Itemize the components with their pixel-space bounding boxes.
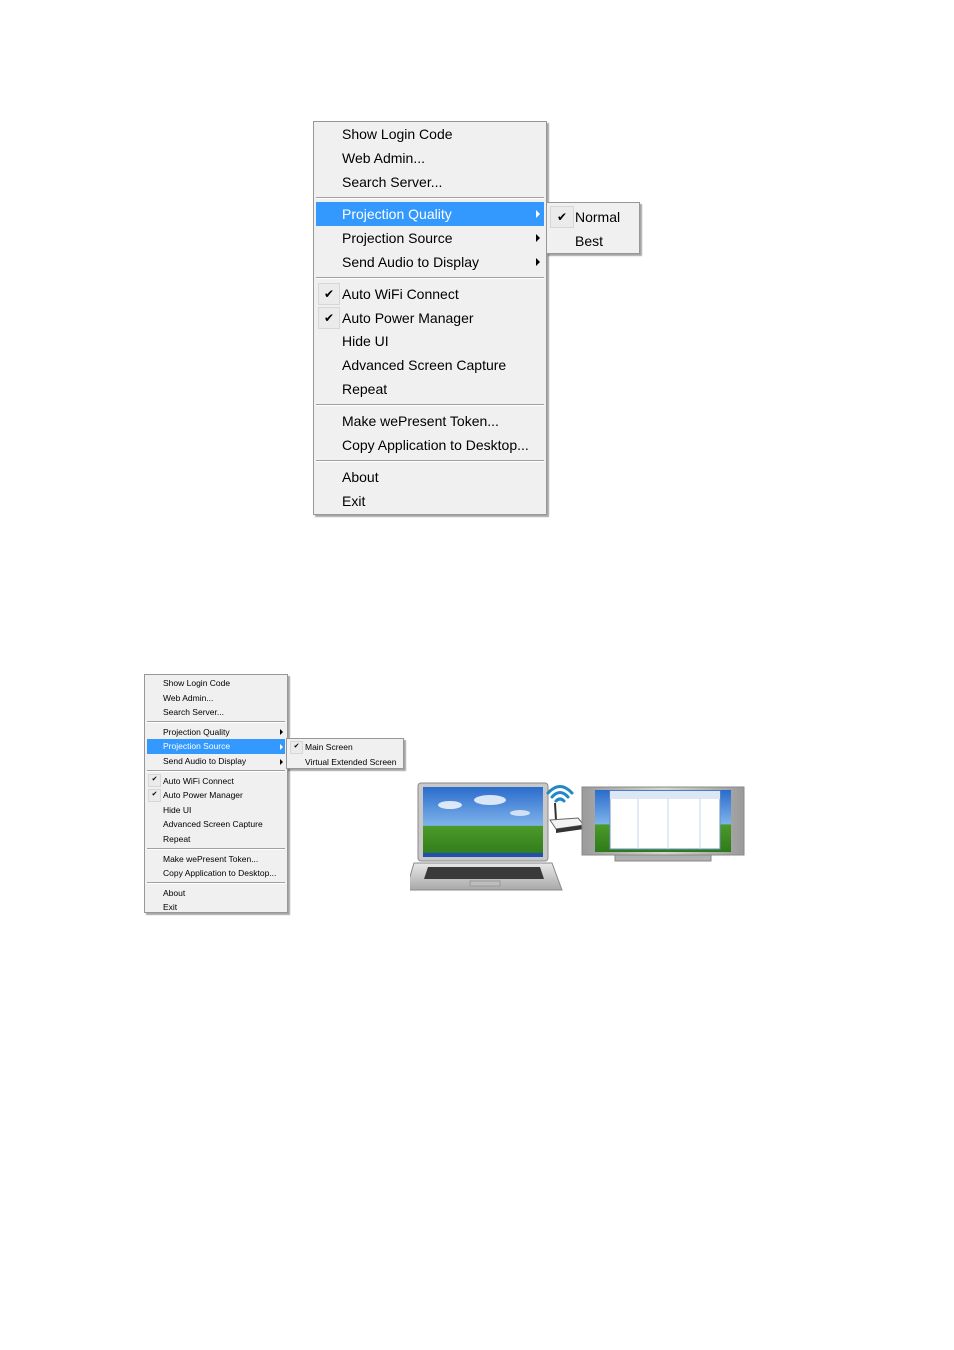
submenu-item-main-screen[interactable]: ✔ Main Screen — [289, 740, 401, 755]
menu-item-label: Repeat — [163, 834, 191, 844]
menu-item-show-login-code[interactable]: Show Login Code — [316, 122, 544, 146]
menu-separator — [316, 404, 544, 407]
menu-item-repeat[interactable]: Repeat — [316, 377, 544, 401]
submenu-item-virtual-extended-screen[interactable]: Virtual Extended Screen — [289, 755, 401, 770]
menu-item-label: Web Admin... — [163, 692, 214, 703]
checkmark-icon: ✔ — [318, 282, 340, 305]
wireless-receiver-icon — [549, 802, 585, 833]
menu-item-projection-quality[interactable]: Projection Quality — [316, 201, 544, 226]
menu-item-auto-wifi-connect[interactable]: ✔ Auto WiFi Connect — [316, 282, 544, 306]
menu-item-label: Auto WiFi Connect — [163, 775, 234, 786]
menu-item-repeat[interactable]: Repeat — [147, 832, 285, 847]
menu-item-label: Make wePresent Token... — [342, 413, 499, 430]
menu-item-auto-wifi-connect[interactable]: ✔ Auto WiFi Connect — [147, 774, 285, 789]
checkmark-icon: ✔ — [550, 206, 574, 228]
menu-item-label: About — [163, 887, 186, 898]
display-monitor-icon — [581, 786, 745, 862]
menu-item-projection-quality[interactable]: Projection Quality — [147, 725, 285, 740]
submenu-arrow-icon — [280, 758, 283, 765]
submenu-item-normal[interactable]: ✔ Normal — [549, 205, 637, 229]
menu-item-search-server[interactable]: Search Server... — [147, 705, 285, 720]
menu-item-search-server[interactable]: Search Server... — [316, 170, 544, 194]
menu-item-auto-power-manager[interactable]: ✔ Auto Power Manager — [316, 306, 544, 330]
menu-item-label: Repeat — [342, 381, 388, 397]
submenu-projection-quality: ✔ Normal Best — [546, 202, 640, 254]
projection-illustration — [410, 782, 745, 891]
menu-item-label: Send Audio to Display — [163, 756, 247, 766]
checkmark-icon: ✔ — [318, 306, 340, 329]
menu-item-label: Exit — [342, 493, 366, 510]
menu-item-label: Hide UI — [163, 804, 192, 815]
menu-item-auto-power-manager[interactable]: ✔ Auto Power Manager — [147, 788, 285, 803]
menu-item-projection-source[interactable]: Projection Source — [316, 226, 544, 250]
menu-separator — [147, 882, 285, 885]
submenu-projection-source: ✔ Main Screen Virtual Extended Screen — [286, 738, 404, 769]
menu-item-hide-ui[interactable]: Hide UI — [316, 329, 544, 353]
menu-item-label: Auto Power Manager — [342, 309, 474, 326]
menu-item-label: Search Server... — [342, 173, 443, 190]
menu-separator — [316, 460, 544, 463]
menu-item-label: Make wePresent Token... — [163, 853, 259, 864]
menu-item-label: Copy Application to Desktop... — [163, 868, 277, 879]
menu-item-about[interactable]: About — [147, 886, 285, 901]
menu-item-label: Projection Quality — [163, 726, 230, 737]
menu-item-label: Exit — [163, 902, 178, 913]
laptop-icon — [410, 782, 563, 891]
submenu-item-label: Normal — [575, 209, 621, 225]
menu-item-label: Auto WiFi Connect — [342, 285, 459, 302]
submenu-arrow-icon — [280, 729, 283, 736]
menu-item-send-audio-to-display[interactable]: Send Audio to Display — [147, 754, 285, 769]
menu-item-label: Web Admin... — [342, 149, 426, 166]
menu-item-web-admin[interactable]: Web Admin... — [147, 691, 285, 706]
checkmark-icon: ✔ — [148, 774, 161, 788]
menu-item-exit[interactable]: Exit — [147, 900, 285, 915]
menu-item-label: Advanced Screen Capture — [342, 357, 507, 374]
submenu-item-best[interactable]: Best — [549, 229, 637, 253]
menu-item-exit[interactable]: Exit — [316, 489, 544, 513]
menu-item-web-admin[interactable]: Web Admin... — [316, 146, 544, 170]
menu-item-advanced-screen-capture[interactable]: Advanced Screen Capture — [316, 353, 544, 377]
menu-item-make-wepresent-token[interactable]: Make wePresent Token... — [316, 409, 544, 433]
menu-item-label: About — [342, 469, 379, 486]
menu-separator — [316, 276, 544, 279]
menu-item-about[interactable]: About — [316, 465, 544, 489]
menu-item-send-audio-to-display[interactable]: Send Audio to Display — [316, 250, 544, 274]
menu-item-label: Search Server... — [163, 707, 224, 718]
menu-separator — [316, 196, 544, 199]
menu-item-label: Show Login Code — [342, 126, 453, 142]
submenu-arrow-icon — [536, 233, 540, 242]
submenu-arrow-icon — [280, 743, 283, 750]
checkmark-icon: ✔ — [148, 788, 161, 802]
menu-item-copy-application-to-desktop[interactable]: Copy Application to Desktop... — [147, 866, 285, 881]
menu-item-show-login-code[interactable]: Show Login Code — [147, 676, 285, 691]
context-menu-large: Show Login Code Web Admin... Search Server… — [313, 121, 547, 515]
menu-item-make-wepresent-token[interactable]: Make wePresent Token... — [147, 852, 285, 867]
submenu-arrow-icon — [536, 209, 540, 218]
menu-item-label: Show Login Code — [163, 678, 231, 688]
checkmark-icon: ✔ — [290, 740, 303, 754]
menu-item-advanced-screen-capture[interactable]: Advanced Screen Capture — [147, 817, 285, 832]
menu-item-label: Copy Application to Desktop... — [342, 437, 529, 454]
menu-item-label: Projection Source — [163, 741, 231, 752]
menu-item-label: Projection Source — [342, 229, 453, 246]
menu-item-hide-ui[interactable]: Hide UI — [147, 803, 285, 818]
menu-item-label: Auto Power Manager — [163, 790, 243, 801]
menu-separator — [147, 721, 285, 724]
submenu-item-label: Virtual Extended Screen — [305, 756, 397, 767]
wifi-signal-icon — [546, 785, 574, 803]
menu-item-label: Advanced Screen Capture — [163, 819, 263, 830]
submenu-arrow-icon — [536, 257, 540, 266]
menu-item-label: Send Audio to Display — [342, 253, 479, 270]
menu-item-label: Hide UI — [342, 333, 389, 350]
submenu-item-label: Main Screen — [305, 742, 353, 752]
submenu-item-label: Best — [575, 233, 604, 249]
menu-item-projection-source[interactable]: Projection Source — [147, 739, 285, 754]
context-menu-small: Show Login Code Web Admin... Search Server… — [144, 674, 288, 913]
menu-item-label: Projection Quality — [342, 205, 452, 222]
menu-separator — [147, 770, 285, 773]
menu-item-copy-application-to-desktop[interactable]: Copy Application to Desktop... — [316, 433, 544, 457]
menu-separator — [147, 848, 285, 851]
